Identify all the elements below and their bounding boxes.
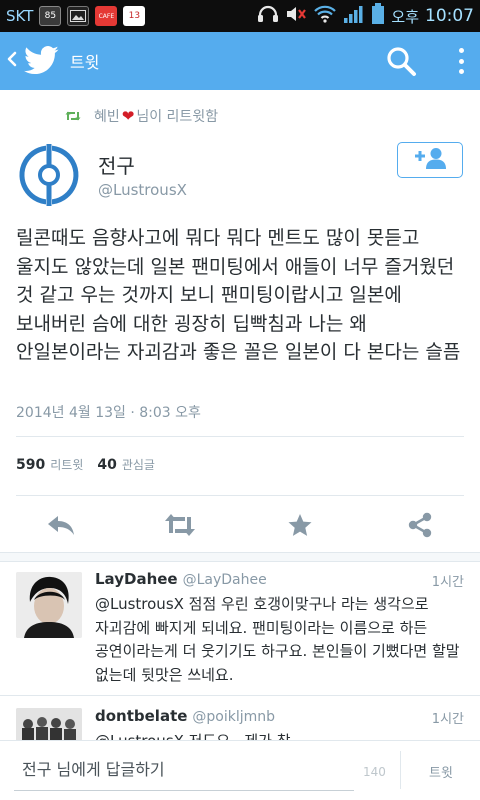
reply-icon[interactable] <box>44 509 78 541</box>
reply-text: @LustrousX 점점 우린 호갱이맞구나 라는 생각으로 자괴감에 빠지게… <box>95 595 460 684</box>
reply-author-handle: @LayDahee <box>182 572 267 588</box>
retweet-stat[interactable]: 590 리트윗 <box>16 456 83 473</box>
char-counter: 140 <box>363 765 386 779</box>
calendar-notification-value: 13 <box>128 11 141 21</box>
headphones-icon <box>257 5 279 27</box>
back-icon[interactable] <box>6 49 20 74</box>
cafe-notification-label: CAFE <box>98 12 115 20</box>
menu-dot <box>458 48 464 53</box>
tweet-stats: 590 리트윗 40 관심글 <box>16 456 169 473</box>
favorite-stat[interactable]: 40 관심글 <box>97 456 155 473</box>
follow-button[interactable] <box>397 142 463 178</box>
divider <box>16 436 464 437</box>
search-icon[interactable] <box>384 44 418 78</box>
avatar[interactable] <box>18 140 80 210</box>
reply-author-handle: @poikljmnb <box>192 709 276 725</box>
author-handle[interactable]: @LustrousX <box>98 181 187 199</box>
weather-notification-value: 85 <box>44 11 57 21</box>
favorite-star-icon[interactable] <box>283 509 317 541</box>
reply-time: 1시간 <box>431 712 464 727</box>
gallery-notification-icon <box>67 6 90 26</box>
time-prefix: 오후 <box>391 7 419 26</box>
compose-divider <box>400 751 401 789</box>
reply-input[interactable] <box>14 749 354 791</box>
favorite-count-label: 관심글 <box>121 458 155 472</box>
tweet-actions <box>0 505 480 545</box>
tweet-timestamp: 2014년 4월 13일 · 8:03 오후 <box>16 405 201 421</box>
add-user-icon <box>413 147 447 173</box>
cafe-notification-icon: CAFE <box>95 6 118 26</box>
menu-dot <box>458 58 464 64</box>
reply-author[interactable]: LayDahee @LayDahee <box>95 570 267 588</box>
send-tweet-button[interactable]: 트윗 <box>410 755 472 787</box>
divider <box>0 695 480 696</box>
retweet-count: 590 <box>16 457 46 473</box>
reply-text: @LustrousX 저도요.. 제가 참 <box>95 730 467 740</box>
retweet-count-label: 리트윗 <box>50 458 84 472</box>
twitter-bird-icon[interactable] <box>24 46 60 76</box>
retweet-context-suffix: 님이 리트윗함 <box>136 109 219 125</box>
clock: 10:07 <box>425 6 474 26</box>
heart-icon: ❤ <box>121 107 135 125</box>
share-icon[interactable] <box>403 509 437 541</box>
signal-icon <box>343 4 365 28</box>
retweet-action-icon[interactable] <box>163 509 197 541</box>
menu-dot <box>458 69 464 74</box>
reply-avatar[interactable] <box>16 708 82 740</box>
section-separator <box>0 552 480 562</box>
favorite-count: 40 <box>97 457 117 473</box>
carrier-label: SKT <box>6 7 34 25</box>
reply-time: 1시간 <box>431 575 464 590</box>
page-title: 트윗 <box>70 53 100 72</box>
mute-icon <box>285 5 307 27</box>
calendar-notification-icon: 13 <box>123 6 146 26</box>
battery-icon <box>371 3 385 29</box>
retweet-icon <box>64 107 82 126</box>
author-name[interactable]: 전구 <box>98 150 135 179</box>
reply-compose-bar: 140 트윗 <box>0 740 480 800</box>
weather-notification-icon: 85 <box>39 6 62 26</box>
retweeter-name: 혜빈 <box>94 109 120 125</box>
reply-author-name: LayDahee <box>95 570 178 588</box>
reply-author-name: dontbelate <box>95 707 188 725</box>
reply-author[interactable]: dontbelate @poikljmnb <box>95 707 275 725</box>
tweet-text: 릴콘때도 음향사고에 뭐다 뭐다 멘트도 많이 못듣고 울지도 않았는데 일본 … <box>16 227 461 363</box>
reply-avatar[interactable] <box>16 572 82 638</box>
reply-item[interactable]: LayDahee @LayDahee 1시간 @LustrousX 점점 우린 호… <box>0 562 480 692</box>
wifi-icon <box>313 5 337 27</box>
status-bar-right: 오후 10:07 <box>257 0 474 32</box>
divider <box>16 495 464 496</box>
app-bar: 트윗 <box>0 32 480 90</box>
status-bar: SKT 85 CAFE 13 오후 10:07 <box>0 0 480 32</box>
reply-item[interactable]: dontbelate@poikljmnb 1시간 @LustrousX 저도요.… <box>0 700 480 740</box>
overflow-menu-icon[interactable] <box>454 45 468 77</box>
retweet-context[interactable]: 혜빈 ❤ 님이 리트윗함 <box>64 105 218 127</box>
